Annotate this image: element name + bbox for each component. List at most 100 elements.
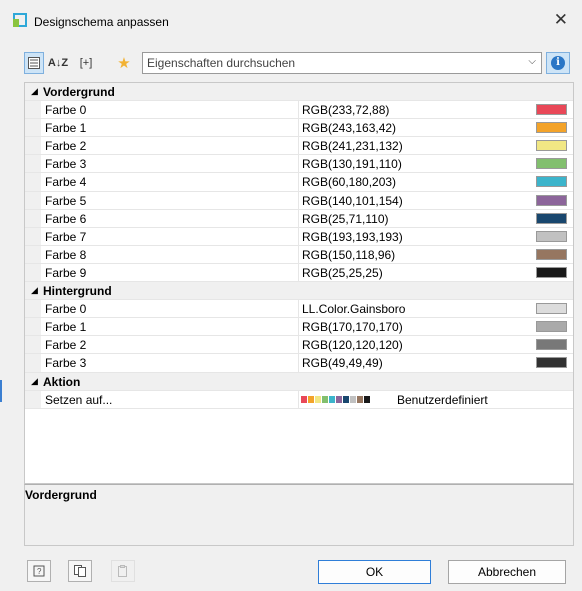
property-value[interactable]: LL.Color.Gainsboro [302, 302, 405, 316]
property-value[interactable]: RGB(170,170,170) [302, 320, 403, 334]
column-divider [298, 390, 299, 408]
color-swatch[interactable] [536, 194, 567, 206]
column-divider [298, 155, 299, 173]
paste-icon [118, 565, 127, 577]
row-gutter [25, 155, 41, 173]
property-row[interactable]: Farbe 1 RGB(243,163,42) [25, 119, 573, 138]
sort-alphabetical-button[interactable]: A↓Z [48, 52, 68, 74]
search-placeholder: Eigenschaften durchsuchen [147, 56, 296, 70]
property-name: Farbe 8 [45, 247, 87, 262]
property-value[interactable]: RGB(25,71,110) [302, 212, 389, 226]
categorized-icon [28, 57, 40, 69]
help-icon: ? [33, 565, 45, 577]
property-name: Farbe 4 [45, 175, 87, 190]
row-gutter [25, 101, 41, 119]
help-button[interactable]: ? [27, 560, 51, 582]
collapse-triangle-icon[interactable]: ◢ [31, 86, 38, 97]
color-swatch[interactable] [536, 357, 567, 369]
property-row[interactable]: Farbe 0 LL.Color.Gainsboro [25, 300, 573, 319]
property-value[interactable]: RGB(150,118,96) [302, 248, 395, 262]
color-swatch[interactable] [536, 321, 567, 333]
property-value[interactable]: RGB(140,101,154) [302, 194, 403, 208]
row-gutter [25, 336, 41, 354]
column-divider [298, 354, 299, 372]
property-value[interactable]: RGB(60,180,203) [302, 175, 396, 189]
row-gutter [25, 245, 41, 263]
property-name: Farbe 2 [45, 338, 87, 353]
color-swatch[interactable] [536, 230, 567, 242]
categorized-view-button[interactable] [24, 52, 44, 74]
property-value[interactable]: RGB(49,49,49) [302, 356, 383, 370]
row-gutter [25, 300, 41, 318]
search-input[interactable]: Eigenschaften durchsuchen ⌵ [142, 52, 542, 74]
property-row[interactable]: Setzen auf... Benutzerdefiniert [25, 390, 573, 409]
property-row[interactable]: Farbe 1 RGB(170,170,170) [25, 318, 573, 337]
property-row[interactable]: Farbe 4 RGB(60,180,203) [25, 173, 573, 192]
palette-preview [301, 395, 370, 403]
chevron-down-icon[interactable]: ⌵ [528, 56, 536, 67]
color-swatch[interactable] [536, 158, 567, 170]
property-value[interactable]: RGB(241,231,132) [302, 139, 403, 153]
property-row[interactable]: Farbe 2 RGB(241,231,132) [25, 137, 573, 156]
category-row[interactable]: ◢ Vordergrund [25, 83, 573, 102]
row-gutter [25, 137, 41, 155]
property-row[interactable]: Farbe 0 RGB(233,72,88) [25, 101, 573, 120]
star-icon[interactable]: ★ [114, 52, 134, 74]
color-swatch[interactable] [536, 303, 567, 315]
category-row[interactable]: ◢ Hintergrund [25, 282, 573, 301]
property-value[interactable]: RGB(120,120,120) [302, 338, 403, 352]
collapse-triangle-icon[interactable]: ◢ [31, 285, 38, 296]
property-row[interactable]: Farbe 6 RGB(25,71,110) [25, 209, 573, 228]
property-name: Farbe 5 [45, 193, 87, 208]
property-name: Setzen auf... [45, 392, 113, 407]
expand-all-button[interactable]: [+] [72, 52, 100, 74]
row-gutter [25, 318, 41, 336]
info-button[interactable]: i [546, 52, 570, 74]
property-name: Farbe 9 [45, 265, 87, 280]
palette-color-chip [322, 395, 328, 403]
title-bar: Designschema anpassen ✕ [0, 0, 582, 44]
property-row[interactable]: Farbe 3 RGB(130,191,110) [25, 155, 573, 174]
property-value[interactable]: RGB(193,193,193) [302, 230, 403, 244]
column-divider [298, 336, 299, 354]
property-value[interactable]: RGB(25,25,25) [302, 266, 383, 280]
color-swatch[interactable] [536, 248, 567, 260]
property-row[interactable]: Farbe 3 RGB(49,49,49) [25, 354, 573, 373]
property-row[interactable]: Farbe 8 RGB(150,118,96) [25, 245, 573, 264]
property-name: Farbe 1 [45, 121, 87, 136]
close-icon[interactable]: ✕ [554, 10, 568, 30]
collapse-triangle-icon[interactable]: ◢ [31, 376, 38, 387]
property-value[interactable]: RGB(130,191,110) [302, 157, 402, 171]
property-row[interactable]: Farbe 5 RGB(140,101,154) [25, 191, 573, 210]
palette-color-chip [315, 395, 321, 403]
row-gutter [25, 390, 41, 408]
color-swatch[interactable] [536, 140, 567, 152]
palette-color-chip [343, 395, 349, 403]
property-value[interactable]: RGB(233,72,88) [302, 103, 389, 117]
color-swatch[interactable] [536, 266, 567, 278]
category-row[interactable]: ◢ Aktion [25, 372, 573, 391]
column-divider [298, 318, 299, 336]
color-swatch[interactable] [536, 339, 567, 351]
color-swatch[interactable] [536, 212, 567, 224]
column-divider [298, 227, 299, 245]
app-icon [13, 13, 27, 27]
color-swatch[interactable] [536, 122, 567, 134]
palette-color-chip [329, 395, 335, 403]
copy-button[interactable] [68, 560, 92, 582]
paste-button[interactable] [111, 560, 135, 582]
property-row[interactable]: Farbe 2 RGB(120,120,120) [25, 336, 573, 355]
property-value[interactable]: RGB(243,163,42) [302, 121, 396, 135]
ok-button[interactable]: OK [318, 560, 431, 584]
row-gutter [25, 191, 41, 209]
color-swatch[interactable] [536, 104, 567, 116]
property-name: Farbe 2 [45, 139, 87, 154]
cancel-button[interactable]: Abbrechen [448, 560, 566, 584]
property-row[interactable]: Farbe 9 RGB(25,25,25) [25, 263, 573, 283]
property-row[interactable]: Farbe 7 RGB(193,193,193) [25, 227, 573, 246]
column-divider [298, 119, 299, 137]
palette-color-chip [301, 395, 307, 403]
copy-icon [74, 565, 86, 577]
color-swatch[interactable] [536, 176, 567, 188]
property-value[interactable]: Benutzerdefiniert [397, 393, 488, 407]
